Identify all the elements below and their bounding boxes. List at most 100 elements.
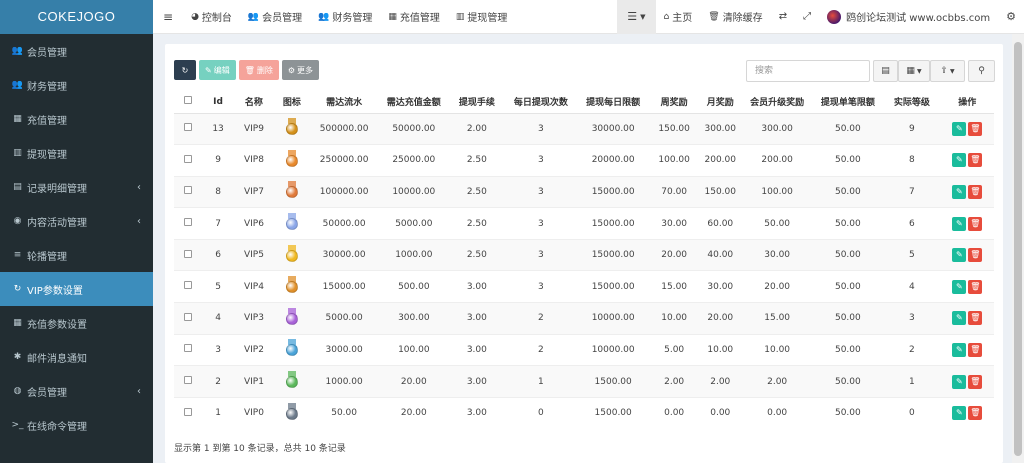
- column-header[interactable]: 提现每日限额: [576, 91, 650, 114]
- nav-finance[interactable]: 👥 财务管理: [310, 0, 380, 34]
- sidebar-toggle-button[interactable]: ≡: [153, 0, 183, 34]
- row-edit-button[interactable]: ✎: [952, 184, 967, 199]
- column-header[interactable]: 提现手续: [448, 91, 506, 114]
- column-header[interactable]: 需达充值金额: [378, 91, 449, 114]
- column-header[interactable]: 操作: [940, 91, 994, 114]
- sidebar-item-9[interactable]: ✱ 邮件消息通知: [0, 340, 153, 374]
- column-header[interactable]: 提现单笔限额: [812, 91, 884, 114]
- row-delete-button[interactable]: 🗑: [968, 342, 983, 357]
- sidebar-item-5[interactable]: ◉ 内容活动管理 ‹: [0, 204, 153, 238]
- row-checkbox[interactable]: [184, 344, 193, 353]
- cell-turnover: 500000.00: [309, 112, 379, 145]
- sidebar-item-7[interactable]: ↻ VIP参数设置: [0, 272, 153, 306]
- home-link[interactable]: ⌂ 主页: [656, 0, 701, 34]
- fullscreen-button[interactable]: ⤢: [795, 0, 819, 34]
- column-header[interactable]: 图标: [274, 91, 310, 114]
- column-header[interactable]: 需达流水: [309, 91, 379, 114]
- table-row[interactable]: 4 VIP3 5000.00 300.00 3.00 2 10000.00 10.00 20.0…: [174, 302, 994, 335]
- sidebar-item-6[interactable]: ≡ 轮播管理: [0, 238, 153, 272]
- table-row[interactable]: 7 VIP6 50000.00 5000.00 2.50 3 15000.00 30.00 60…: [174, 207, 994, 240]
- table-row[interactable]: 13 VIP9 500000.00 50000.00 2.00 3 30000.00 150.…: [174, 112, 994, 145]
- row-delete-button[interactable]: 🗑: [968, 184, 983, 199]
- row-checkbox[interactable]: [184, 154, 193, 163]
- column-header[interactable]: 会员升级奖励: [741, 91, 813, 114]
- row-delete-button[interactable]: 🗑: [968, 121, 983, 136]
- sidebar-item-4[interactable]: ▤ 记录明细管理 ‹: [0, 170, 153, 204]
- row-checkbox[interactable]: [184, 376, 193, 385]
- search-toggle-button[interactable]: ⚲: [968, 60, 995, 82]
- row-edit-button[interactable]: ✎: [952, 216, 967, 231]
- search-input[interactable]: 搜索: [746, 60, 870, 82]
- row-checkbox[interactable]: [184, 249, 193, 258]
- row-delete-button[interactable]: 🗑: [968, 311, 983, 326]
- row-edit-button[interactable]: ✎: [952, 153, 967, 168]
- toggle-view-button[interactable]: ▤: [873, 60, 898, 82]
- columns-button[interactable]: ▦ ▼: [898, 60, 930, 82]
- row-delete-button[interactable]: 🗑: [968, 153, 983, 168]
- clear-cache-button[interactable]: 🗑 清除缓存: [700, 0, 770, 34]
- settings-button[interactable]: ⚙: [998, 0, 1024, 34]
- nav-withdraw[interactable]: ▥ 提现管理: [448, 0, 516, 34]
- row-edit-button[interactable]: ✎: [952, 342, 967, 357]
- clear-cache-label: 清除缓存: [722, 13, 763, 24]
- cell-recharge: 20.00: [378, 396, 449, 429]
- translate-button[interactable]: ⇄: [771, 0, 795, 34]
- more-button[interactable]: ⚙ 更多: [281, 60, 320, 80]
- scrollbar-thumb[interactable]: [1014, 42, 1022, 456]
- row-select-cell: [174, 333, 203, 366]
- sidebar-item-1[interactable]: 👥 财务管理: [0, 68, 153, 102]
- table-row[interactable]: 2 VIP1 1000.00 20.00 3.00 1 1500.00 2.00 2.00 2.0…: [174, 365, 994, 398]
- page-scrollbar[interactable]: [1012, 34, 1024, 463]
- row-checkbox[interactable]: [184, 312, 193, 321]
- nav-dashboard[interactable]: ◕ 控制台: [183, 0, 240, 34]
- sidebar-item-10[interactable]: ◍ 会员管理 ‹: [0, 374, 153, 408]
- sidebar-item-0[interactable]: 👥 会员管理: [0, 34, 153, 68]
- select-all-checkbox[interactable]: [184, 96, 193, 105]
- nav-members[interactable]: 👥 会员管理: [240, 0, 310, 34]
- refresh-button[interactable]: ↻: [174, 60, 196, 80]
- table-row[interactable]: 3 VIP2 3000.00 100.00 3.00 2 10000.00 5.00 10.00…: [174, 333, 994, 366]
- column-header[interactable]: 月奖励: [698, 91, 742, 114]
- sidebar-item-11[interactable]: >_ 在线命令管理: [0, 408, 153, 442]
- table-row[interactable]: 5 VIP4 15000.00 500.00 3.00 3 15000.00 15.00 30.…: [174, 270, 994, 303]
- row-delete-button[interactable]: 🗑: [968, 248, 983, 263]
- row-delete-button[interactable]: 🗑: [968, 279, 983, 294]
- cell-weekly: 30.00: [649, 207, 699, 240]
- table-row[interactable]: 1 VIP0 50.00 20.00 3.00 0 1500.00 0.00 0.00 0.00 5…: [174, 396, 994, 429]
- row-delete-button[interactable]: 🗑: [968, 374, 983, 389]
- user-menu[interactable]: 鸥创论坛测试 www.ocbbs.com: [819, 0, 998, 34]
- nav-recharge[interactable]: ▦ 充值管理: [380, 0, 448, 34]
- table-row[interactable]: 9 VIP8 250000.00 25000.00 2.50 3 20000.00 100.0…: [174, 144, 994, 177]
- brand-logo[interactable]: COKEJOGO: [0, 0, 153, 34]
- row-edit-button[interactable]: ✎: [952, 248, 967, 263]
- row-checkbox[interactable]: [184, 281, 193, 290]
- delete-button[interactable]: 🗑 删除: [238, 60, 279, 80]
- row-delete-button[interactable]: 🗑: [968, 216, 983, 231]
- column-header[interactable]: 实际等级: [883, 91, 941, 114]
- sidebar-item-3[interactable]: ▥ 提现管理: [0, 136, 153, 170]
- row-edit-button[interactable]: ✎: [952, 406, 967, 421]
- column-header[interactable]: 周奖励: [649, 91, 699, 114]
- column-header[interactable]: Id: [202, 91, 234, 114]
- row-delete-button[interactable]: 🗑: [968, 406, 983, 421]
- cell-single_limit: 50.00: [812, 144, 884, 177]
- row-edit-button[interactable]: ✎: [952, 374, 967, 389]
- cell-daily_times: 1: [505, 365, 577, 398]
- menu-dropdown-button[interactable]: ☰ ▼: [617, 0, 656, 34]
- sidebar-item-8[interactable]: ▦ 充值参数设置: [0, 306, 153, 340]
- row-edit-button[interactable]: ✎: [952, 121, 967, 136]
- pencil-icon: ✎: [955, 408, 963, 418]
- row-edit-button[interactable]: ✎: [952, 279, 967, 294]
- table-row[interactable]: 8 VIP7 100000.00 10000.00 2.50 3 15000.00 70.00…: [174, 175, 994, 208]
- row-checkbox[interactable]: [184, 218, 193, 227]
- row-checkbox[interactable]: [184, 407, 193, 416]
- row-edit-button[interactable]: ✎: [952, 311, 967, 326]
- column-header[interactable]: 名称: [233, 91, 275, 114]
- export-button[interactable]: ⇪ ▼: [930, 60, 965, 82]
- column-header[interactable]: 每日提现次数: [505, 91, 577, 114]
- row-checkbox[interactable]: [184, 123, 193, 132]
- sidebar-item-2[interactable]: ▦ 充值管理: [0, 102, 153, 136]
- edit-button[interactable]: ✎ 编辑: [199, 60, 236, 80]
- table-row[interactable]: 6 VIP5 30000.00 1000.00 2.50 3 15000.00 20.00 40…: [174, 238, 994, 271]
- row-checkbox[interactable]: [184, 186, 193, 195]
